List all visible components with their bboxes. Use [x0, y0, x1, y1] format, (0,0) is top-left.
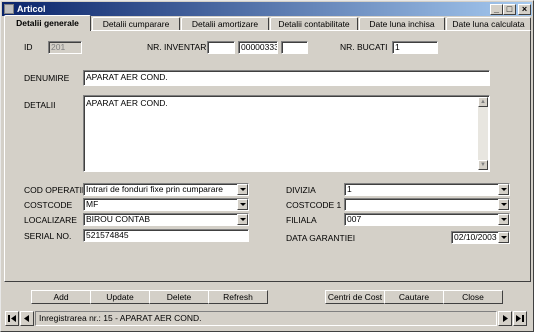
chevron-down-icon[interactable]: [498, 184, 509, 195]
next-record-icon: [503, 315, 508, 322]
nr-inventar-prefix-field[interactable]: [207, 41, 235, 54]
cod-operatie-select[interactable]: Intrari de fonduri fixe prin cumparare: [83, 183, 249, 196]
id-label: ID: [24, 42, 33, 52]
tab-detalii-amortizare[interactable]: Detalii amortizare: [181, 17, 269, 30]
localizare-select[interactable]: BIROU CONTAB: [83, 213, 249, 226]
costcode-select[interactable]: MF: [83, 198, 249, 211]
tab-date-luna-inchisa[interactable]: Date luna inchisa: [359, 17, 445, 30]
data-garantiei-value: 02/10/2003: [454, 232, 497, 242]
denumire-label: DENUMIRE: [24, 73, 70, 83]
data-garantiei-label: DATA GARANTIEI: [286, 233, 356, 243]
denumire-field[interactable]: APARAT AER COND.: [83, 70, 490, 86]
window-title: Articol: [17, 4, 46, 14]
minimize-icon[interactable]: _: [490, 4, 503, 15]
prev-record-button[interactable]: [20, 311, 34, 326]
record-navigator: Inregistrarea nr.: 15 - APARAT AER COND.: [5, 311, 527, 327]
chevron-down-icon[interactable]: [237, 214, 248, 225]
nr-bucati-label: NR. BUCATI: [340, 42, 388, 52]
refresh-button[interactable]: Refresh: [208, 290, 268, 304]
localizare-label: LOCALIZARE: [24, 215, 77, 225]
filiala-value: 007: [347, 214, 362, 224]
filiala-label: FILIALA: [286, 215, 317, 225]
delete-button[interactable]: Delete: [149, 290, 209, 304]
add-button[interactable]: Add: [31, 290, 91, 304]
divizia-label: DIVIZIA: [286, 185, 316, 195]
chevron-down-icon[interactable]: [237, 184, 248, 195]
calendar-dropdown-icon[interactable]: [498, 232, 509, 243]
next-record-button[interactable]: [498, 311, 512, 326]
detalii-textarea[interactable]: APARAT AER COND. ▲ ▼: [83, 95, 490, 172]
close-button[interactable]: Close: [443, 290, 503, 304]
costcode-label: COSTCODE: [24, 200, 73, 210]
chevron-down-icon[interactable]: [237, 199, 248, 210]
maximize-icon[interactable]: □: [503, 4, 516, 15]
costcode-value: MF: [86, 199, 99, 209]
first-record-button[interactable]: [5, 311, 19, 326]
scroll-up-icon[interactable]: ▲: [478, 97, 488, 107]
nr-inventar-label: NR. INVENTAR: [147, 42, 207, 52]
scroll-down-icon[interactable]: ▼: [478, 160, 488, 170]
tab-detalii-contabilitate[interactable]: Detalii contabilitate: [270, 17, 358, 30]
filiala-select[interactable]: 007: [344, 213, 510, 226]
detalii-text: APARAT AER COND.: [86, 98, 168, 108]
chevron-down-icon[interactable]: [498, 214, 509, 225]
record-status: Inregistrarea nr.: 15 - APARAT AER COND.: [35, 311, 497, 326]
close-icon[interactable]: ×: [518, 4, 531, 15]
prev-record-icon: [24, 315, 29, 322]
detalii-scrollbar[interactable]: ▲ ▼: [478, 97, 488, 170]
serial-no-field[interactable]: 521574845: [83, 229, 249, 242]
centri-de-cost-button[interactable]: Centri de Cost: [325, 290, 385, 304]
nr-inventar-field[interactable]: 00000333: [238, 41, 278, 54]
last-record-icon: [516, 315, 524, 322]
id-field: 201: [48, 41, 82, 54]
costcode-1-label: COSTCODE 1: [286, 200, 342, 210]
divizia-select[interactable]: 1: [344, 183, 510, 196]
costcode-1-select[interactable]: [344, 198, 510, 211]
tab-date-luna-calculata[interactable]: Date luna calculata: [446, 17, 531, 30]
detalii-label: DETALII: [24, 100, 56, 110]
nr-inventar-suffix-field[interactable]: [281, 41, 308, 54]
cod-operatie-label: COD OPERATIE: [24, 185, 88, 195]
cautare-button[interactable]: Cautare: [384, 290, 444, 304]
serial-no-label: SERIAL NO.: [24, 231, 72, 241]
nr-bucati-field[interactable]: 1: [392, 41, 438, 54]
update-button[interactable]: Update: [90, 290, 150, 304]
tab-detalii-cumparare[interactable]: Detalii cumparare: [92, 17, 180, 30]
tab-detalii-generale[interactable]: Detalii generale: [4, 15, 91, 31]
chevron-down-icon[interactable]: [498, 199, 509, 210]
app-icon: [4, 4, 14, 14]
data-garantiei-picker[interactable]: 02/10/2003: [451, 231, 510, 244]
cod-operatie-value: Intrari de fonduri fixe prin cumparare: [86, 184, 224, 194]
articol-window: Articol _ □ × Detalii generale Detalii c…: [0, 0, 534, 332]
last-record-button[interactable]: [513, 311, 527, 326]
first-record-icon: [8, 315, 16, 322]
divizia-value: 1: [347, 184, 352, 194]
title-bar[interactable]: Articol _ □ ×: [2, 2, 532, 16]
localizare-value: BIROU CONTAB: [86, 214, 151, 224]
